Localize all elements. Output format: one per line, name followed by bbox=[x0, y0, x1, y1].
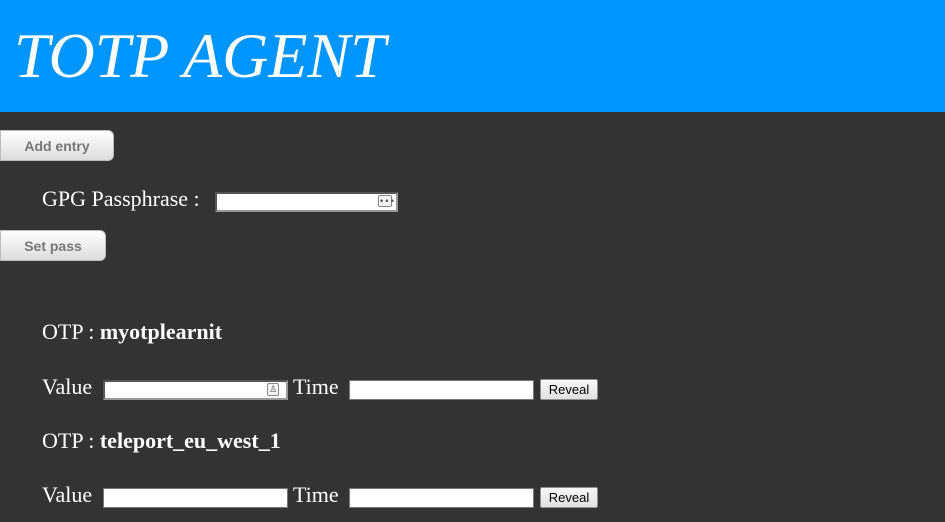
otp-name: teleport_eu_west_1 bbox=[99, 428, 281, 453]
app-header: TOTP AGENT bbox=[0, 0, 945, 112]
password-dots-icon[interactable]: ••• bbox=[378, 195, 395, 207]
reveal-button[interactable]: Reveal bbox=[540, 379, 598, 400]
otp-time-label: Time bbox=[293, 374, 339, 399]
passphrase-label: GPG Passphrase : bbox=[42, 186, 200, 211]
otp-time-input[interactable] bbox=[349, 380, 534, 400]
otp-time-label: Time bbox=[293, 482, 339, 507]
otp-entry-heading: OTP : teleport_eu_west_1 bbox=[42, 428, 281, 454]
set-pass-button[interactable]: Set pass bbox=[0, 230, 106, 261]
person-card-icon[interactable]: ♙ bbox=[267, 383, 279, 396]
otp-value-label: Value bbox=[42, 374, 93, 399]
app-title: TOTP AGENT bbox=[14, 20, 386, 91]
passphrase-input[interactable] bbox=[215, 192, 398, 212]
add-entry-button[interactable]: Add entry bbox=[0, 130, 114, 161]
otp-value-label: Value bbox=[42, 482, 93, 507]
otp-value-input[interactable] bbox=[103, 380, 288, 400]
otp-prefix: OTP : bbox=[42, 319, 100, 344]
otp-time-input[interactable] bbox=[349, 488, 534, 508]
otp-prefix: OTP : bbox=[42, 428, 100, 453]
otp-value-input[interactable] bbox=[103, 488, 288, 508]
reveal-button[interactable]: Reveal bbox=[540, 487, 598, 508]
otp-entry-heading: OTP : myotplearnit bbox=[42, 319, 222, 345]
otp-name: myotplearnit bbox=[99, 319, 223, 344]
